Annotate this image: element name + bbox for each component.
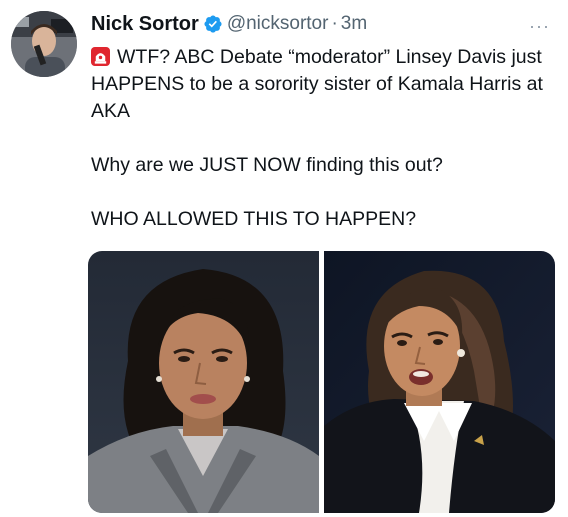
tweet-line-3: WHO ALLOWED THIS TO HAPPEN? <box>91 208 417 230</box>
avatar-photo <box>11 11 77 77</box>
avatar[interactable] <box>11 11 77 77</box>
tweet-media[interactable] <box>88 251 555 513</box>
author-name[interactable]: Nick Sortor <box>91 13 199 36</box>
header-separator: · <box>331 13 338 34</box>
tweet-line-1-text: WTF? ABC Debate “moderator” Linsey Davis… <box>91 46 543 122</box>
tweet-text: WTF? ABC Debate “moderator” Linsey Davis… <box>91 44 551 233</box>
more-options-icon[interactable]: ··· <box>529 16 550 37</box>
author-handle[interactable]: @nicksortor <box>227 13 329 35</box>
verified-badge-icon <box>204 15 222 33</box>
media-image-left[interactable] <box>88 251 319 513</box>
tweet-timestamp[interactable]: 3m <box>341 13 367 35</box>
rotating-light-icon <box>91 47 110 66</box>
tweet-header: Nick Sortor @nicksortor · 3m <box>91 11 367 37</box>
media-image-right[interactable] <box>324 251 555 513</box>
photo-woman-black-suit-speaking <box>324 251 555 513</box>
tweet-line-2: Why are we JUST NOW finding this out? <box>91 154 443 176</box>
tweet-line-1: WTF? ABC Debate “moderator” Linsey Davis… <box>91 44 551 125</box>
photo-woman-gray-blazer <box>88 251 319 513</box>
